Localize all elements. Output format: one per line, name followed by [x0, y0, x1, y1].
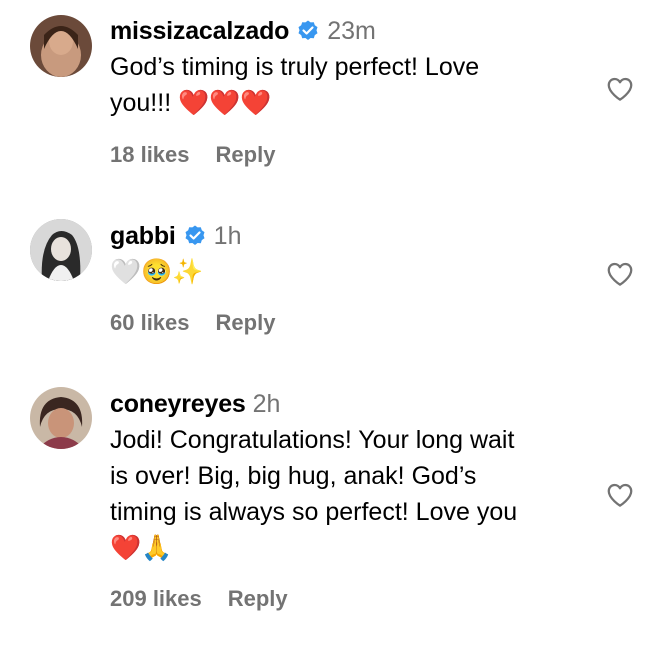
comment-header: missizacalzado 23m — [110, 14, 590, 48]
heart-outline-icon[interactable] — [605, 74, 635, 104]
likes-count-button[interactable]: 60 likes — [110, 310, 190, 336]
comment-body: coneyreyes 2h Jodi! Congratulations! You… — [110, 387, 590, 612]
verified-badge-icon — [183, 224, 207, 248]
heart-outline-icon[interactable] — [605, 259, 635, 289]
likes-count-button[interactable]: 18 likes — [110, 142, 190, 168]
verified-badge-icon — [296, 19, 320, 43]
reply-button[interactable]: Reply — [216, 310, 276, 336]
comment-item: missizacalzado 23m God’s timing is truly… — [0, 14, 656, 184]
avatar[interactable] — [30, 387, 92, 449]
comment-text: Jodi! Congratulations! Your long wait is… — [110, 426, 518, 562]
username-link[interactable]: gabbi — [110, 222, 176, 251]
likes-count-button[interactable]: 209 likes — [110, 586, 202, 612]
comment-body: missizacalzado 23m God’s timing is truly… — [110, 14, 590, 168]
comment-timestamp: 23m — [327, 16, 376, 45]
reply-button[interactable]: Reply — [216, 142, 276, 168]
username-link[interactable]: missizacalzado — [110, 17, 289, 46]
comment-timestamp: 2h — [252, 389, 281, 418]
comment-actions: 60 likes Reply — [110, 310, 275, 336]
heart-outline-icon[interactable] — [605, 480, 635, 510]
reply-button[interactable]: Reply — [228, 586, 288, 612]
avatar[interactable] — [30, 219, 92, 281]
comment-actions: 18 likes Reply — [110, 142, 275, 168]
comment-header: coneyreyes 2h — [110, 387, 590, 421]
comment-text: 🤍🥹✨ — [110, 258, 204, 286]
comment-body: gabbi 1h 🤍🥹✨ 60 likes Reply — [110, 219, 590, 336]
comment-text: God’s timing is truly perfect! Love you!… — [110, 53, 480, 117]
comment-header: gabbi 1h — [110, 219, 590, 253]
comment-timestamp: 1h — [213, 221, 242, 250]
comment-item: coneyreyes 2h Jodi! Congratulations! You… — [0, 387, 656, 617]
username-link[interactable]: coneyreyes — [110, 390, 246, 419]
comment-item: gabbi 1h 🤍🥹✨ 60 likes Reply — [0, 219, 656, 349]
avatar[interactable] — [30, 15, 92, 77]
comment-actions: 209 likes Reply — [110, 586, 288, 612]
